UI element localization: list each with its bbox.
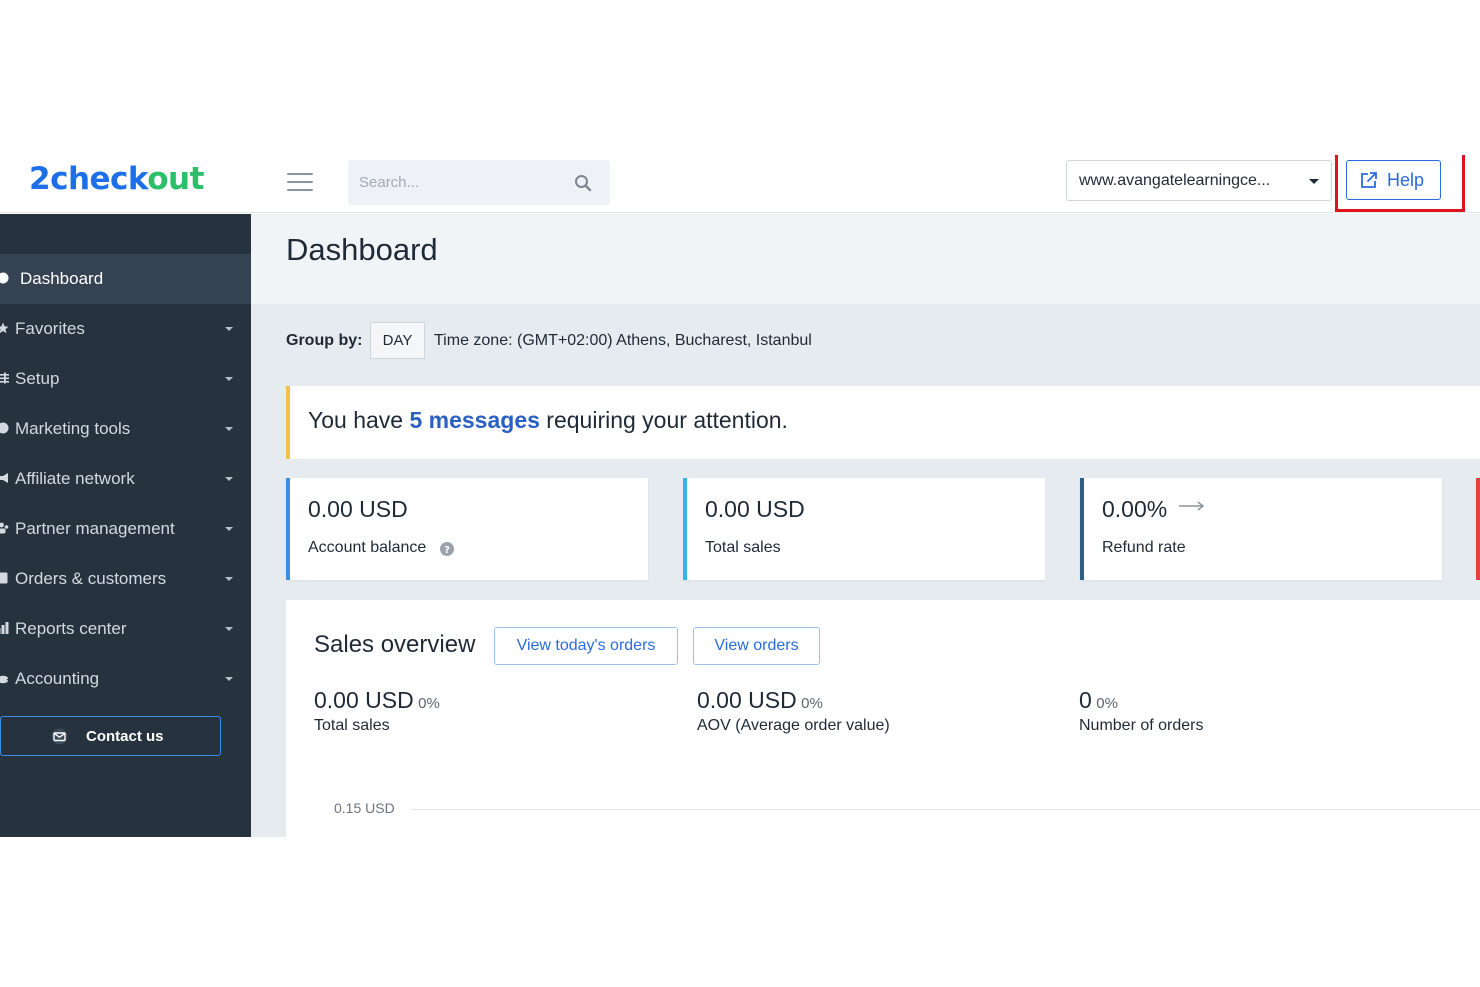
chevron-down-icon (225, 327, 233, 331)
metric-total-sales: 0.00 USD 0% Total sales (314, 687, 440, 735)
chart-y-tick-label: 0.15 USD (334, 800, 395, 816)
metric-value: 0.00 USD (314, 687, 414, 713)
alert-suffix: requiring your attention. (539, 407, 788, 433)
sidebar-item-label: Affiliate network (15, 469, 135, 488)
sidebar-item-label: Marketing tools (15, 419, 131, 438)
sidebar-item-marketing-tools[interactable]: Marketing tools (0, 404, 251, 454)
chevron-down-icon (225, 527, 233, 531)
card-label: Refund rate (1102, 539, 1186, 556)
sidebar-item-affiliate-network[interactable]: Affiliate network (0, 454, 251, 504)
svg-text:?: ? (444, 545, 450, 556)
alert-prefix: You have (308, 407, 410, 433)
menu-toggle-icon[interactable] (287, 173, 313, 191)
chevron-down-icon (225, 577, 233, 581)
site-selector-dropdown[interactable]: www.avangatelearningce... (1066, 160, 1332, 201)
chart-icon (0, 622, 9, 634)
search-input[interactable] (348, 160, 558, 205)
sidebar-item-label: Dashboard (20, 269, 104, 288)
messages-link[interactable]: 5 messages (409, 407, 539, 433)
brand-logo[interactable]: 2checkout (29, 161, 204, 197)
card-label: Account balance (308, 539, 427, 556)
logo-text-part2: out (147, 161, 204, 197)
metric-value: 0.00 USD (697, 687, 797, 713)
metric-value: 0 (1079, 687, 1092, 713)
main-content: Dashboard Group by: DAY Time zone: (GMT+… (251, 214, 1480, 837)
alert-text: You have 5 messages requiring your atten… (308, 407, 788, 434)
chevron-down-icon (225, 627, 233, 631)
help-button[interactable]: Help (1346, 160, 1441, 200)
sidebar-item-dashboard[interactable]: Dashboard (0, 254, 251, 304)
metric-label: AOV (Average order value) (697, 717, 890, 734)
sidebar-item-label: Accounting (15, 669, 100, 688)
question-icon[interactable]: ? (440, 542, 454, 556)
sidebar-item-label: Reports center (15, 619, 127, 638)
sidebar-item-label: Favorites (15, 319, 85, 338)
document-icon (0, 572, 8, 584)
account-balance-card: 0.00 USD Account balance ? (286, 478, 648, 580)
title-band: Dashboard (251, 214, 1480, 304)
dashboard-icon (0, 272, 9, 284)
contact-us-label: Contact us (86, 728, 164, 745)
sidebar-item-setup[interactable]: Setup (0, 354, 251, 404)
star-icon (0, 322, 9, 334)
card-value: 0.00 USD (705, 496, 805, 522)
chevron-down-icon (225, 427, 233, 431)
chevron-down-icon (225, 477, 233, 481)
site-selector-value: www.avangatelearningce... (1079, 172, 1271, 189)
pie-icon (0, 422, 9, 434)
next-card-edge (1476, 478, 1480, 580)
metric-number-of-orders: 0 0% Number of orders (1079, 687, 1204, 735)
metric-aov: 0.00 USD 0% AOV (Average order value) (697, 687, 890, 735)
sidebar-item-partner-management[interactable]: Partner management (0, 504, 251, 554)
refund-rate-card: 0.00% Refund rate (1080, 478, 1442, 580)
chevron-down-icon (225, 377, 233, 381)
sidebar-item-orders-customers[interactable]: Orders & customers (0, 554, 251, 604)
app-window: 2checkout www.avangatelearningce... Help (0, 155, 1480, 837)
metric-label: Total sales (314, 717, 390, 734)
arrow-right-icon (1179, 501, 1205, 511)
metric-percent: 0% (418, 695, 440, 712)
group-by-label: Group by: (286, 332, 363, 349)
view-orders-button[interactable]: View orders (693, 627, 820, 665)
sales-overview-panel: Sales overview View today's orders View … (286, 600, 1480, 837)
chart-gridline (410, 809, 1480, 810)
card-value: 0.00 USD (308, 496, 408, 522)
metric-percent: 0% (1096, 695, 1118, 712)
sidebar-item-accounting[interactable]: Accounting (0, 654, 251, 704)
search-icon[interactable] (574, 174, 592, 192)
sales-overview-title: Sales overview (314, 631, 476, 658)
chevron-down-icon (1309, 179, 1319, 184)
sidebar-item-favorites[interactable]: Favorites (0, 304, 251, 354)
logo-text-part1: 2check (29, 161, 148, 197)
megaphone-icon (0, 473, 8, 483)
sidebar-item-label: Partner management (15, 519, 175, 538)
group-by-day-button[interactable]: DAY (370, 322, 425, 359)
metric-label: Number of orders (1079, 717, 1204, 734)
sliders-icon (0, 372, 9, 384)
sidebar: Dashboard Favorites Setup Marketing tool… (0, 214, 251, 837)
search-box (348, 160, 610, 205)
users-icon (0, 522, 9, 534)
metric-percent: 0% (801, 695, 823, 712)
card-value: 0.00% (1102, 496, 1168, 522)
sidebar-item-label: Orders & customers (15, 569, 167, 588)
page-title: Dashboard (286, 232, 438, 267)
total-sales-card: 0.00 USD Total sales (683, 478, 1045, 580)
sidebar-item-label: Setup (15, 369, 60, 388)
timezone-text: Time zone: (GMT+02:00) Athens, Bucharest… (434, 332, 812, 349)
chevron-down-icon (225, 677, 233, 681)
sidebar-item-reports-center[interactable]: Reports center (0, 604, 251, 654)
card-label: Total sales (705, 539, 781, 556)
coins-icon (0, 675, 8, 684)
messages-alert: You have 5 messages requiring your atten… (286, 386, 1480, 459)
top-bar: 2checkout www.avangatelearningce... Help (0, 155, 1480, 213)
envelope-icon (51, 728, 68, 745)
view-todays-orders-button[interactable]: View today's orders (494, 627, 678, 665)
help-label: Help (1387, 170, 1425, 190)
contact-us-button[interactable]: Contact us (0, 716, 221, 756)
external-link-icon (1361, 172, 1377, 188)
